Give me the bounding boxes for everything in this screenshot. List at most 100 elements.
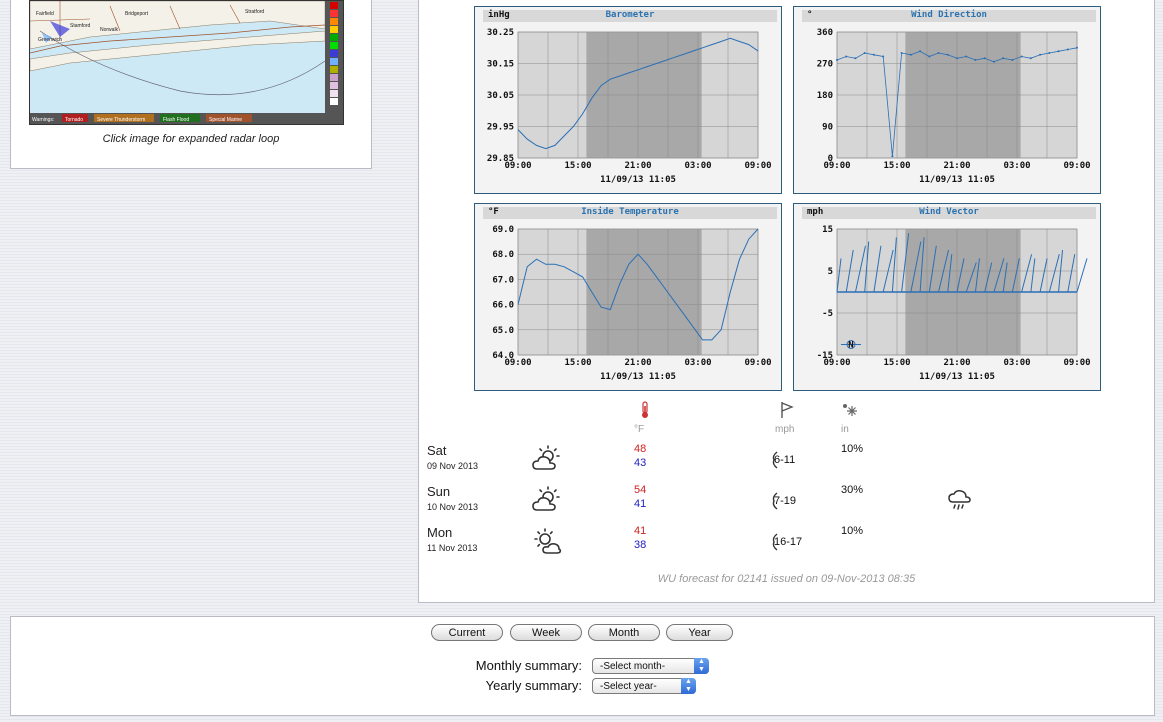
y-tick-label: -5 (822, 309, 833, 319)
monthly-summary-label: Monthly summary: (475, 658, 582, 673)
yearly-summary-select[interactable]: -Select year- ▲ ▼ (592, 678, 696, 694)
x-tick-label: 21:00 (943, 358, 970, 368)
x-tick-label: 03:00 (1003, 161, 1030, 171)
x-tick-label: 15:00 (564, 358, 591, 368)
select-value: -Select month- (600, 661, 666, 672)
select-value: -Select year- (600, 681, 657, 692)
data-point (956, 57, 958, 60)
data-point (909, 53, 912, 56)
navigation-panel: Current Week Month Year Monthly summary:… (10, 616, 1155, 716)
chart-timestamp: 11/09/13 11:05 (600, 372, 676, 382)
radar-legend-severe: Severe Thunderstorm (97, 117, 145, 123)
y-tick-label: 15 (822, 225, 833, 235)
radar-panel: Fairfield Bridgeport Stamford Stratford … (10, 0, 372, 169)
data-point (946, 53, 949, 56)
data-point (1057, 50, 1060, 53)
y-tick-label: 30.05 (487, 91, 514, 101)
y-tick-label: 270 (817, 60, 833, 70)
forecast-day: Mon (427, 525, 453, 540)
wind-vector-line (1076, 258, 1088, 293)
select-arrows-icon: ▲ ▼ (694, 658, 709, 674)
chart-timestamp: 11/09/13 11:05 (600, 175, 676, 185)
radar-legend-tornado: Tornado (65, 117, 83, 123)
forecast-wind: 6-11 (774, 454, 796, 466)
y-tick-label: 30.25 (487, 28, 514, 38)
x-tick-label: 09:00 (823, 161, 850, 171)
radar-image[interactable]: Fairfield Bridgeport Stamford Stratford … (29, 0, 344, 125)
wind-vector-chart[interactable]: mph Wind Vector 15 5 -5 -15 09:00 15:00 21:00 0… (793, 203, 1101, 391)
x-tick-label: 15:00 (883, 358, 910, 368)
data-point (1066, 48, 1069, 51)
monthly-summary-select[interactable]: -Select month- ▲ ▼ (592, 658, 709, 674)
yearly-summary-label: Yearly summary: (485, 678, 582, 693)
forecast-high: 41 (634, 525, 647, 537)
y-tick-label: 360 (817, 28, 833, 38)
forecast-pop: 10% (841, 443, 864, 455)
thermometer-icon (642, 401, 648, 418)
chart-timestamp: 11/09/13 11:05 (919, 372, 995, 382)
temp-unit-label: °F (634, 424, 645, 435)
select-arrows-icon: ▲ ▼ (681, 678, 696, 694)
data-point (965, 55, 968, 58)
x-tick-label: 03:00 (684, 358, 711, 368)
precip-icon (843, 404, 857, 416)
x-tick-label: 09:00 (1063, 161, 1090, 171)
wind-direction-chart[interactable]: ° Wind Direction 360 270 180 90 0 09:00 15:00 2… (793, 6, 1101, 194)
forecast-low: 43 (634, 457, 647, 469)
data-point (974, 59, 977, 61)
y-tick-label: 90 (822, 123, 833, 133)
radar-place-label: Fairfield (36, 11, 54, 17)
x-tick-label: 21:00 (624, 358, 651, 368)
data-point (919, 50, 922, 53)
inside-temperature-plot: 69.068.067.066.065.064.009:00 15:00 21:00 0… (492, 225, 771, 382)
barometer-plot: 30.2530.1530.0529.9529.8509:00 15:00 21:00… (487, 28, 772, 185)
year-button[interactable]: Year (666, 624, 733, 641)
forecast-issued-note: WU forecast for 02141 issued on 09-Nov-2… (657, 573, 916, 585)
rain-cloud-icon (948, 490, 971, 510)
x-tick-label: 09:00 (1063, 358, 1090, 368)
y-tick-label: 69.0 (492, 225, 514, 235)
wind-direction-plot: 36027018090009:00 15:00 21:00 03:00 09:0011/… (817, 28, 1091, 185)
x-tick-label: 09:00 (744, 161, 771, 171)
forecast-date: 11 Nov 2013 (427, 543, 478, 553)
week-button[interactable]: Week (510, 624, 582, 641)
partly-cloudy-sun-icon (532, 486, 560, 511)
data-point (1029, 57, 1032, 60)
y-tick-label: 65.0 (492, 326, 514, 336)
forecast-wind: 7-19 (774, 495, 797, 507)
precip-unit-label: in (841, 424, 849, 435)
data-point (854, 57, 857, 60)
wind-unit-label: mph (775, 424, 795, 435)
data-point (983, 57, 986, 60)
x-tick-label: 03:00 (1003, 358, 1030, 368)
data-point (928, 55, 931, 58)
current-button[interactable]: Current (431, 624, 503, 641)
y-tick-label: 29.95 (487, 123, 514, 133)
forecast-wind: 16-17 (774, 536, 803, 548)
y-tick-label: 30.15 (487, 60, 514, 70)
x-tick-label: 21:00 (624, 161, 651, 171)
radar-legend-flood: Flash Flood (163, 117, 189, 123)
data-point (1002, 57, 1005, 60)
radar-place-label: Norwalk (100, 27, 119, 33)
data-point (992, 60, 995, 63)
radar-legend-marine: Special Marine (209, 117, 242, 123)
data-point (845, 55, 848, 58)
barometer-chart[interactable]: inHg Barometer 30.25 30.15 30.05 29.95 29.85… (474, 6, 782, 194)
wind-flag-icon (781, 402, 794, 418)
forecast-pop: 10% (841, 525, 864, 537)
night-shading (586, 229, 702, 355)
y-tick-label: 180 (817, 91, 833, 101)
inside-temperature-chart[interactable]: °F Inside Temperature 69.0 68.0 67.0 66.0 65… (474, 203, 782, 391)
x-tick-label: 15:00 (883, 161, 910, 171)
data-point (882, 55, 885, 58)
data-point (1020, 55, 1023, 58)
forecast-low: 41 (634, 498, 647, 510)
x-tick-label: 03:00 (684, 161, 711, 171)
radar-map: Fairfield Bridgeport Stamford Stratford … (30, 1, 343, 124)
y-tick-label: 68.0 (492, 250, 514, 260)
x-tick-label: 21:00 (943, 161, 970, 171)
forecast-date: 10 Nov 2013 (427, 502, 479, 512)
mostly-sunny-icon (534, 528, 562, 554)
month-button[interactable]: Month (588, 624, 660, 641)
